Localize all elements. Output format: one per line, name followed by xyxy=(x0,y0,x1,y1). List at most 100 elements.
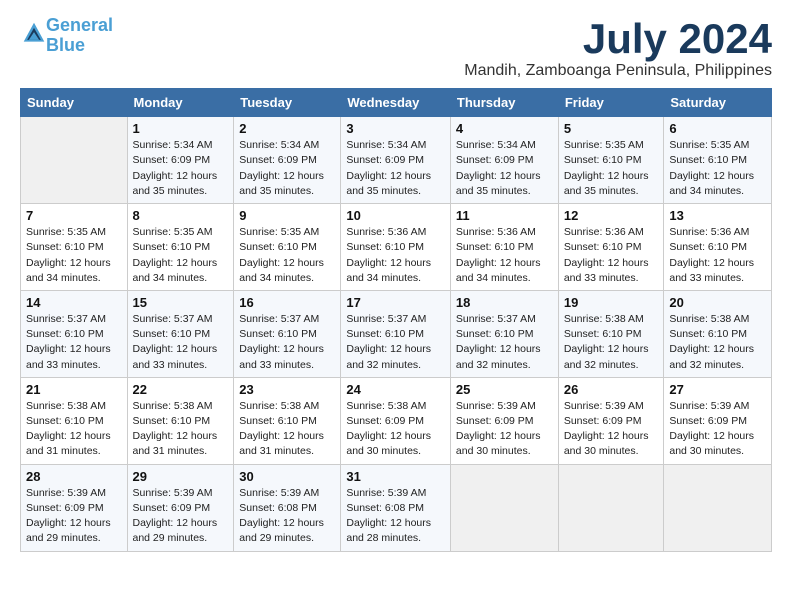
day-number: 21 xyxy=(26,382,122,397)
day-detail: Sunrise: 5:39 AM Sunset: 6:08 PM Dayligh… xyxy=(239,486,335,547)
logo-blue: Blue xyxy=(46,35,85,55)
calendar-cell: 19Sunrise: 5:38 AM Sunset: 6:10 PM Dayli… xyxy=(558,290,664,377)
calendar-header-tuesday: Tuesday xyxy=(234,89,341,117)
calendar-cell: 13 Sunrise: 5:36 AM Sunset: 6:10 PM Dayli… xyxy=(664,204,772,291)
calendar-cell: 21 Sunrise: 5:38 AM Sunset: 6:10 PM Dayli… xyxy=(21,377,128,464)
day-detail: Sunrise: 5:39 AM Sunset: 6:09 PM Dayligh… xyxy=(26,486,122,547)
calendar-cell: 20 Sunrise: 5:38 AM Sunset: 6:10 PM Dayli… xyxy=(664,290,772,377)
calendar-cell: 16 Sunrise: 5:37 AM Sunset: 6:10 PM Dayli… xyxy=(234,290,341,377)
day-number: 3 xyxy=(346,121,445,136)
day-detail: Sunrise: 5:34 AM Sunset: 6:09 PM Dayligh… xyxy=(133,138,229,199)
calendar-cell: 3 Sunrise: 5:34 AM Sunset: 6:09 PM Daylig… xyxy=(341,117,451,204)
page-header: General Blue July 2024 Mandih, Zamboanga… xyxy=(20,16,772,80)
calendar-cell: 15 Sunrise: 5:37 AM Sunset: 6:10 PM Dayli… xyxy=(127,290,234,377)
day-number: 12 xyxy=(564,208,659,223)
calendar-week-row: 14 Sunrise: 5:37 AM Sunset: 6:10 PM Dayli… xyxy=(21,290,772,377)
day-detail: Sunrise: 5:39 AM Sunset: 6:08 PM Dayligh… xyxy=(346,486,445,547)
calendar-week-row: 1 Sunrise: 5:34 AM Sunset: 6:09 PM Daylig… xyxy=(21,117,772,204)
day-detail: Sunrise: 5:37 AM Sunset: 6:10 PM Dayligh… xyxy=(239,312,335,373)
calendar-cell: 23 Sunrise: 5:38 AM Sunset: 6:10 PM Dayli… xyxy=(234,377,341,464)
day-detail: Sunrise: 5:37 AM Sunset: 6:10 PM Dayligh… xyxy=(456,312,553,373)
calendar-cell: 30 Sunrise: 5:39 AM Sunset: 6:08 PM Dayli… xyxy=(234,464,341,551)
calendar-cell: 7Sunrise: 5:35 AM Sunset: 6:10 PM Daylig… xyxy=(21,204,128,291)
day-detail: Sunrise: 5:39 AM Sunset: 6:09 PM Dayligh… xyxy=(564,399,659,460)
calendar-cell: 8 Sunrise: 5:35 AM Sunset: 6:10 PM Daylig… xyxy=(127,204,234,291)
calendar-cell: 5 Sunrise: 5:35 AM Sunset: 6:10 PM Daylig… xyxy=(558,117,664,204)
day-number: 15 xyxy=(133,295,229,310)
calendar-cell: 9 Sunrise: 5:35 AM Sunset: 6:10 PM Daylig… xyxy=(234,204,341,291)
day-detail: Sunrise: 5:37 AM Sunset: 6:10 PM Dayligh… xyxy=(26,312,122,373)
day-number: 29 xyxy=(133,469,229,484)
day-detail: Sunrise: 5:36 AM Sunset: 6:10 PM Dayligh… xyxy=(456,225,553,286)
page-title: July 2024 xyxy=(464,16,772,62)
day-detail: Sunrise: 5:38 AM Sunset: 6:10 PM Dayligh… xyxy=(669,312,766,373)
day-number: 18 xyxy=(456,295,553,310)
calendar-cell xyxy=(21,117,128,204)
calendar-cell: 14 Sunrise: 5:37 AM Sunset: 6:10 PM Dayli… xyxy=(21,290,128,377)
calendar-header-saturday: Saturday xyxy=(664,89,772,117)
day-number: 11 xyxy=(456,208,553,223)
calendar-cell: 18 Sunrise: 5:37 AM Sunset: 6:10 PM Dayli… xyxy=(450,290,558,377)
day-number: 7 xyxy=(26,208,122,223)
day-detail: Sunrise: 5:36 AM Sunset: 6:10 PM Dayligh… xyxy=(564,225,659,286)
calendar-cell: 28 Sunrise: 5:39 AM Sunset: 6:09 PM Dayli… xyxy=(21,464,128,551)
calendar-cell: 26 Sunrise: 5:39 AM Sunset: 6:09 PM Dayli… xyxy=(558,377,664,464)
logo-general: General xyxy=(46,15,113,35)
subtitle: Mandih, Zamboanga Peninsula, Philippines xyxy=(464,62,772,80)
day-detail: Sunrise: 5:35 AM Sunset: 6:10 PM Dayligh… xyxy=(133,225,229,286)
calendar-header-row: SundayMondayTuesdayWednesdayThursdayFrid… xyxy=(21,89,772,117)
calendar-cell xyxy=(450,464,558,551)
calendar-cell: 31 Sunrise: 5:39 AM Sunset: 6:08 PM Dayli… xyxy=(341,464,451,551)
day-number: 16 xyxy=(239,295,335,310)
day-detail: Sunrise: 5:37 AM Sunset: 6:10 PM Dayligh… xyxy=(133,312,229,373)
day-detail: Sunrise: 5:38 AM Sunset: 6:10 PM Dayligh… xyxy=(133,399,229,460)
day-detail: Sunrise: 5:35 AM Sunset: 6:10 PM Dayligh… xyxy=(669,138,766,199)
day-detail: Sunrise: 5:38 AM Sunset: 6:09 PM Dayligh… xyxy=(346,399,445,460)
day-number: 19 xyxy=(564,295,659,310)
day-number: 23 xyxy=(239,382,335,397)
day-number: 17 xyxy=(346,295,445,310)
calendar-header-thursday: Thursday xyxy=(450,89,558,117)
day-detail: Sunrise: 5:38 AM Sunset: 6:10 PM Dayligh… xyxy=(26,399,122,460)
calendar-cell: 24 Sunrise: 5:38 AM Sunset: 6:09 PM Dayli… xyxy=(341,377,451,464)
calendar-cell: 6Sunrise: 5:35 AM Sunset: 6:10 PM Daylig… xyxy=(664,117,772,204)
calendar-cell: 29Sunrise: 5:39 AM Sunset: 6:09 PM Dayli… xyxy=(127,464,234,551)
day-detail: Sunrise: 5:34 AM Sunset: 6:09 PM Dayligh… xyxy=(346,138,445,199)
day-number: 9 xyxy=(239,208,335,223)
day-detail: Sunrise: 5:36 AM Sunset: 6:10 PM Dayligh… xyxy=(346,225,445,286)
day-detail: Sunrise: 5:35 AM Sunset: 6:10 PM Dayligh… xyxy=(239,225,335,286)
calendar-cell: 27Sunrise: 5:39 AM Sunset: 6:09 PM Dayli… xyxy=(664,377,772,464)
day-detail: Sunrise: 5:38 AM Sunset: 6:10 PM Dayligh… xyxy=(239,399,335,460)
calendar-week-row: 28 Sunrise: 5:39 AM Sunset: 6:09 PM Dayli… xyxy=(21,464,772,551)
calendar-cell: 1 Sunrise: 5:34 AM Sunset: 6:09 PM Daylig… xyxy=(127,117,234,204)
day-number: 24 xyxy=(346,382,445,397)
calendar-header-sunday: Sunday xyxy=(21,89,128,117)
day-detail: Sunrise: 5:34 AM Sunset: 6:09 PM Dayligh… xyxy=(239,138,335,199)
day-number: 26 xyxy=(564,382,659,397)
calendar-cell: 11 Sunrise: 5:36 AM Sunset: 6:10 PM Dayli… xyxy=(450,204,558,291)
calendar-week-row: 21 Sunrise: 5:38 AM Sunset: 6:10 PM Dayli… xyxy=(21,377,772,464)
calendar-cell: 17Sunrise: 5:37 AM Sunset: 6:10 PM Dayli… xyxy=(341,290,451,377)
day-number: 5 xyxy=(564,121,659,136)
day-number: 30 xyxy=(239,469,335,484)
calendar-cell xyxy=(558,464,664,551)
day-number: 2 xyxy=(239,121,335,136)
day-number: 10 xyxy=(346,208,445,223)
title-block: July 2024 Mandih, Zamboanga Peninsula, P… xyxy=(464,16,772,80)
day-number: 14 xyxy=(26,295,122,310)
calendar-cell: 4Sunrise: 5:34 AM Sunset: 6:09 PM Daylig… xyxy=(450,117,558,204)
day-number: 20 xyxy=(669,295,766,310)
calendar-header-monday: Monday xyxy=(127,89,234,117)
day-detail: Sunrise: 5:36 AM Sunset: 6:10 PM Dayligh… xyxy=(669,225,766,286)
day-number: 1 xyxy=(133,121,229,136)
day-number: 8 xyxy=(133,208,229,223)
day-number: 31 xyxy=(346,469,445,484)
day-number: 13 xyxy=(669,208,766,223)
calendar-cell xyxy=(664,464,772,551)
day-number: 28 xyxy=(26,469,122,484)
calendar-header-friday: Friday xyxy=(558,89,664,117)
day-detail: Sunrise: 5:35 AM Sunset: 6:10 PM Dayligh… xyxy=(564,138,659,199)
logo-text: General Blue xyxy=(46,16,113,56)
logo: General Blue xyxy=(20,16,113,56)
calendar-week-row: 7 Sunrise: 5:35 AM Sunset: 6:10 PM Daylig… xyxy=(21,204,772,291)
